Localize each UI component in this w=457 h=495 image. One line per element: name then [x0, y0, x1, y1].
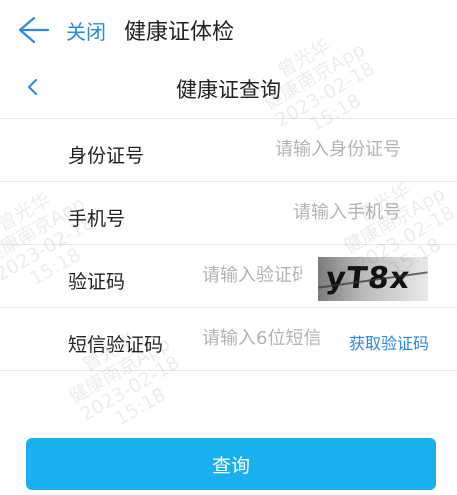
- query-form: 身份证号 手机号 验证码 yT8x 短信验证码 获取验证码: [0, 118, 457, 371]
- app-bar: 关闭 健康证体检: [0, 0, 457, 62]
- captcha-text: yT8x: [324, 261, 413, 296]
- page-header: 健康证查询: [0, 62, 457, 114]
- phone-row: 手机号: [0, 182, 457, 245]
- query-button[interactable]: 查询: [26, 438, 436, 490]
- captcha-image[interactable]: yT8x: [318, 257, 428, 301]
- captcha-row: 验证码 yT8x: [0, 245, 457, 308]
- sms-code-input[interactable]: [202, 328, 320, 349]
- sms-code-label: 短信验证码: [68, 334, 164, 356]
- captcha-label: 验证码: [68, 271, 126, 293]
- page-title: 健康证查询: [176, 78, 281, 102]
- get-sms-code-button[interactable]: 获取验证码: [349, 330, 429, 354]
- app-title: 健康证体检: [124, 20, 235, 45]
- close-button[interactable]: 关闭: [66, 16, 106, 45]
- back-arrow-icon[interactable]: [14, 12, 50, 48]
- phone-label: 手机号: [68, 208, 126, 230]
- captcha-input[interactable]: [202, 265, 302, 286]
- sms-code-row: 短信验证码 获取验证码: [0, 308, 457, 371]
- id-number-row: 身份证号: [0, 119, 457, 182]
- id-number-label: 身份证号: [68, 145, 145, 167]
- id-number-input[interactable]: [201, 139, 401, 160]
- phone-input[interactable]: [201, 202, 401, 223]
